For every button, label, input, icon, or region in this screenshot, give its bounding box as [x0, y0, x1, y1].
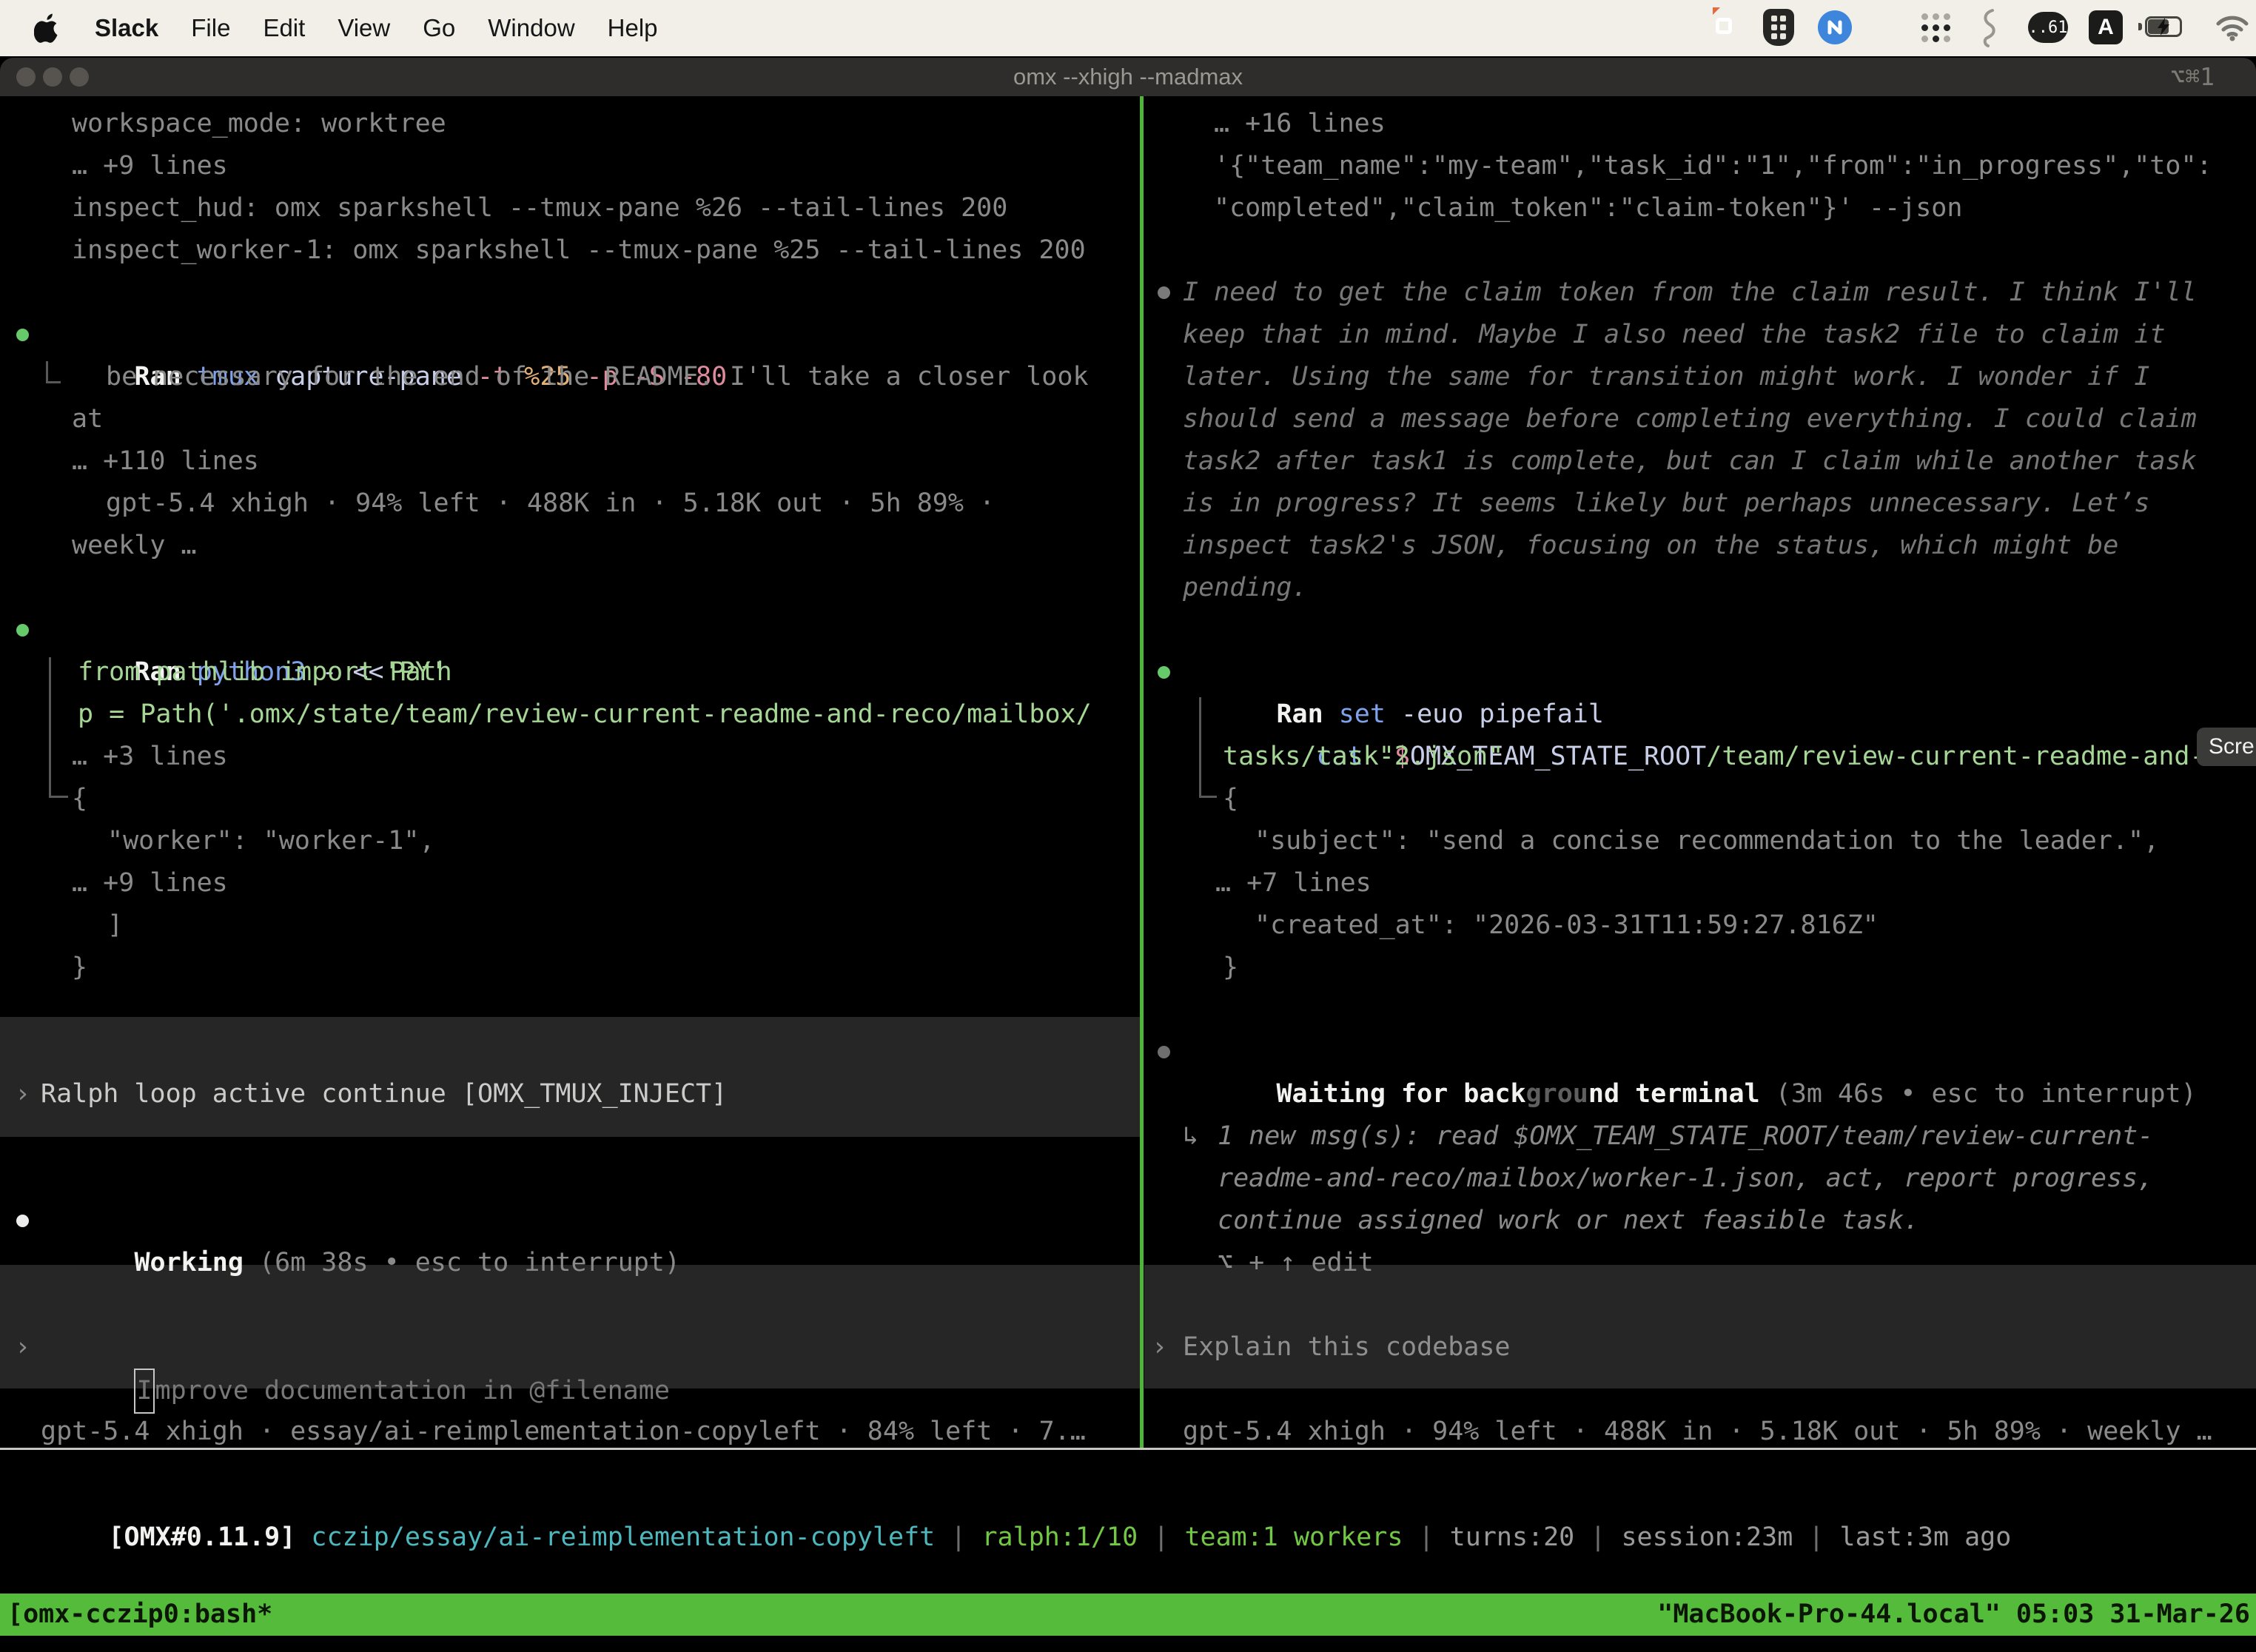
window-titlebar[interactable]: omx --xhigh --madmax ⌥⌘1: [0, 58, 2256, 96]
bullet-icon: [1158, 1046, 1170, 1058]
terminal-line: '{"team_name":"my-team","task_id":"1","f…: [1214, 145, 2212, 187]
mailbox-message-line: 1 new msg(s): read $OMX_TEAM_STATE_ROOT/…: [1218, 1115, 2153, 1158]
bullet-icon: [16, 624, 29, 637]
screen-tooltip: Scre: [2197, 728, 2256, 766]
pane-divider[interactable]: [1140, 96, 1144, 1450]
menu-item-window[interactable]: Window: [488, 14, 574, 42]
terminal-line: weekly …: [72, 525, 197, 567]
right-pane-status: gpt-5.4 xhigh · 94% left · 488K in · 5.1…: [1183, 1411, 2212, 1453]
count-badge-icon[interactable]: ..61: [2028, 12, 2068, 43]
tmux-status-bar[interactable]: [omx-cczip0:bash* "MacBook-Pro-44.local"…: [0, 1594, 2256, 1636]
thinking-line: later. Using the same for transition mig…: [1183, 356, 2149, 398]
terminal-line: {: [72, 778, 87, 820]
menu-item-file[interactable]: File: [191, 14, 230, 42]
terminal-line: "worker": "worker-1",: [107, 820, 435, 862]
terminal-line: … +9 lines: [72, 145, 228, 187]
omx-turns: turns:20: [1450, 1522, 1591, 1552]
tmux-session-name: [omx-cczip0:bash*: [7, 1594, 272, 1636]
mailbox-arrow: ↳: [1183, 1115, 1198, 1158]
terminal-line: "completed","claim_token":"claim-token"}…: [1214, 187, 1962, 229]
thinking-line: keep that in mind. Maybe I also need the…: [1183, 314, 2166, 356]
menu-bar: Slack File Edit View Go Window Help ..61…: [0, 0, 2256, 56]
terminal-line: be necessary for the end of the README. …: [106, 356, 1089, 398]
window-shortcut-hint: ⌥⌘1: [2170, 58, 2215, 96]
terminal-line: gpt-5.4 xhigh · 94% left · 488K in · 5.1…: [106, 483, 995, 525]
working-label: Working: [134, 1248, 259, 1277]
output-rail-line: [1199, 697, 1217, 798]
terminal-line: … +9 lines: [72, 862, 228, 904]
prompt-char: ›: [15, 1326, 30, 1369]
terminal-line: {: [1223, 778, 1238, 820]
output-corner-line: [46, 361, 61, 383]
terminal-window: omx --xhigh --madmax ⌥⌘1 workspace_mode:…: [0, 58, 2256, 1652]
blue-badge-icon[interactable]: [1818, 10, 1852, 44]
edit-hint: ⌥ + ↑ edit: [1218, 1242, 1374, 1284]
menu-item-go[interactable]: Go: [423, 14, 455, 42]
tmux-host-clock: "MacBook-Pro-44.local" 05:03 31-Mar-26: [1657, 1594, 2250, 1636]
code-line: from pathlib import Path: [78, 651, 452, 694]
menu-item-view[interactable]: View: [338, 14, 390, 42]
terminal-line: … +16 lines: [1214, 103, 1386, 145]
thinking-line: task2 after task1 is complete, but can I…: [1183, 440, 2197, 483]
omx-status-bar: [OMX#0.11.9] cczip/essay/ai-reimplementa…: [15, 1474, 2011, 1601]
terminal-line: }: [1223, 947, 1238, 989]
prompt-char: ›: [15, 1073, 30, 1115]
input-source-icon[interactable]: A: [2089, 10, 2123, 44]
mailbox-message-line: readme-and-reco/mailbox/worker-1.json, a…: [1218, 1158, 2153, 1200]
apple-logo-icon[interactable]: [34, 13, 61, 44]
terminal-content[interactable]: workspace_mode: worktree … +9 lines insp…: [0, 96, 2256, 1652]
left-pane-status: gpt-5.4 xhigh · essay/ai-reimplementatio…: [41, 1411, 1086, 1453]
terminal-line: "subject": "send a concise recommendatio…: [1255, 820, 2159, 862]
omx-ralph-count: ralph:1/10: [981, 1522, 1153, 1552]
shield-grid-icon[interactable]: [1763, 9, 1794, 46]
prompt-char: ›: [1152, 1326, 1167, 1369]
thinking-line: is in progress? It seems likely but perh…: [1183, 483, 2149, 525]
terminal-line: … +3 lines: [72, 736, 228, 778]
terminal-line: … +110 lines: [72, 440, 259, 483]
output-rail-line: [49, 657, 68, 798]
terminal-line: inspect_hud: omx sparkshell --tmux-pane …: [72, 187, 1007, 229]
thinking-line: should send a message before completing …: [1183, 398, 2197, 440]
bullet-icon: [1158, 286, 1170, 299]
omx-session-time: session:23m: [1621, 1522, 1808, 1552]
terminal-line: workspace_mode: worktree: [72, 103, 446, 145]
bullet-icon: [16, 1215, 29, 1227]
window-title: omx --xhigh --madmax: [0, 58, 2256, 96]
menu-item-edit[interactable]: Edit: [263, 14, 305, 42]
waiting-label: Waiting for back: [1276, 1079, 1525, 1109]
inject-message: Ralph loop active continue [OMX_TMUX_INJ…: [41, 1073, 727, 1115]
bullet-icon: [1158, 666, 1170, 679]
omx-last-activity: last:3m ago: [1840, 1522, 2012, 1552]
omx-team-count: team:1 workers: [1184, 1522, 1418, 1552]
thinking-line: pending.: [1183, 567, 1308, 609]
omx-repo: cczip/essay/ai-reimplementation-copyleft: [295, 1522, 950, 1552]
omx-version: [OMX#0.11.9]: [108, 1522, 295, 1552]
code-line: p = Path('.omx/state/team/review-current…: [78, 694, 1092, 736]
mailbox-message-line: continue assigned work or next feasible …: [1218, 1200, 1919, 1242]
code-line: tasks/task-2.json": [1223, 736, 1503, 778]
terminal-line: "created_at": "2026-03-31T11:59:27.816Z": [1255, 904, 1879, 947]
bullet-icon: [16, 329, 29, 341]
terminal-line: }: [72, 947, 87, 989]
working-status: Working (6m 38s • esc to interrupt): [41, 1200, 680, 1326]
menu-item-help[interactable]: Help: [608, 14, 658, 42]
thinking-line: inspect task2's JSON, focusing on the st…: [1183, 525, 2118, 567]
terminal-line: ]: [107, 904, 123, 947]
prompt-input-right[interactable]: Explain this codebase: [1183, 1326, 1511, 1369]
dots-grid-icon[interactable]: [1918, 10, 1953, 44]
terminal-line: at: [72, 398, 103, 440]
terminal-line: … +7 lines: [1215, 862, 1372, 904]
wifi-icon[interactable]: [2215, 13, 2250, 47]
text-cursor: I: [134, 1369, 154, 1414]
thinking-line: I need to get the claim token from the c…: [1183, 272, 2197, 314]
terminal-line: inspect_worker-1: omx sparkshell --tmux-…: [72, 229, 1086, 272]
menu-item-slack[interactable]: Slack: [95, 14, 158, 42]
squiggle-icon[interactable]: [1978, 7, 2000, 55]
